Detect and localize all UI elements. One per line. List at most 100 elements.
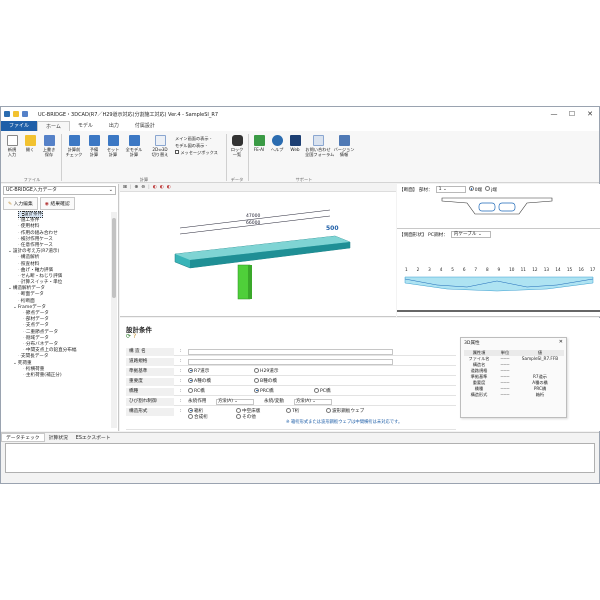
- section-panel: 【断面】 部材： 1 ⌄ 0端 j端: [397, 184, 600, 229]
- member-select[interactable]: 1 ⌄: [435, 186, 466, 193]
- save-icon[interactable]: [22, 111, 28, 117]
- model-view-menu[interactable]: モデル図の表示 -: [175, 142, 225, 149]
- type-rc-radio[interactable]: RC橋: [188, 387, 205, 396]
- calculator-icon: [88, 135, 100, 146]
- dimension-label: 47000: [246, 213, 260, 219]
- struct-composite-radio[interactable]: 合成桁: [188, 413, 208, 422]
- expand-icon[interactable]: ⌄: [13, 305, 17, 310]
- node-label: 12: [532, 267, 538, 272]
- calc-check-icon: [68, 135, 80, 146]
- display-options: メイン画面の表示 - モデル図の表示 - メッセージボックス: [175, 135, 225, 156]
- struct-other-radio[interactable]: その他: [236, 413, 256, 422]
- attribute-popup[interactable]: 3D属性 ✕ 属性項 単位 値 ファイル名 ------ SampleSI_R7.F…: [460, 337, 567, 418]
- importance-b-radio[interactable]: B種の橋: [254, 377, 277, 386]
- tab-attached-design[interactable]: 付属設計: [127, 121, 163, 131]
- crack-permanent-select[interactable]: 方法(A) ⌄: [216, 399, 254, 405]
- row-bridge-type: 橋種 : RC橋 PRC橋 PC橋: [126, 387, 456, 396]
- help-icon: [271, 135, 283, 146]
- road-spec-input[interactable]: [188, 359, 393, 365]
- side-profile-label: 【側面形状】 PC鋼材：: [399, 232, 448, 238]
- all-model-calc-button[interactable]: 全モデル 計算: [123, 135, 145, 157]
- std-r7-radio[interactable]: R7道示: [188, 367, 209, 376]
- title-bar: UC-BRIDGE・3DCAD(R7／H29道示対応(分割施工対応) Ver.4…: [1, 107, 599, 121]
- group-separator: [61, 134, 62, 181]
- render-mode-icon[interactable]: ◐: [160, 185, 164, 190]
- main-view-menu[interactable]: メイン画面の表示 -: [175, 135, 225, 142]
- app-window: UC-BRIDGE・3DCAD(R7／H29道示対応(分割施工対応) Ver.4…: [0, 106, 600, 484]
- tab-home[interactable]: ホーム: [37, 121, 70, 131]
- minimize-button[interactable]: —: [545, 107, 563, 121]
- expand-icon[interactable]: ⌄: [13, 361, 17, 366]
- tab-model[interactable]: モデル: [70, 121, 101, 131]
- toolbar-divider: |: [148, 185, 150, 190]
- lock-list-button[interactable]: ロック 一覧: [229, 135, 245, 157]
- pc-steel-select[interactable]: 内ケーブル ⌄: [450, 231, 491, 238]
- tab-output[interactable]: 出力: [101, 121, 127, 131]
- view-switch-icon: [154, 135, 166, 146]
- end-i-radio[interactable]: 0端: [468, 186, 482, 193]
- bridge-3d-model[interactable]: 47000 66000 500: [120, 192, 396, 317]
- tree-scrollbar[interactable]: [111, 212, 117, 428]
- tab-calc-status[interactable]: 計算状況: [45, 434, 72, 441]
- scrollbar-thumb[interactable]: [112, 218, 116, 298]
- new-button[interactable]: 新規 入力: [4, 135, 20, 157]
- output-area[interactable]: [5, 443, 595, 473]
- node-label: 2: [416, 267, 420, 272]
- row-structure: 構造形式 : 箱桁 中空床版 T桁 合成桁 その他 波形鋼板ウェブ ※ 箱桁形式…: [126, 407, 456, 430]
- bottom-tabs: データチェック 計算状況 ESエクスポート: [1, 432, 599, 442]
- overwrite-save-button[interactable]: 上書き 保存: [40, 135, 58, 157]
- tab-input-edit[interactable]: ✎ 入力編集: [3, 197, 38, 210]
- struct-corrugated-radio[interactable]: 波形鋼板ウェブ: [326, 407, 364, 416]
- tab-es-export[interactable]: ESエクスポート: [72, 434, 115, 441]
- tab-file[interactable]: ファイル: [1, 121, 38, 131]
- version-button[interactable]: バージョン 情報: [333, 135, 355, 157]
- close-icon[interactable]: ✕: [559, 339, 563, 345]
- fe-ai-button[interactable]: FE-AI: [251, 135, 267, 152]
- zoom-in-icon[interactable]: ⊕: [134, 185, 138, 190]
- tree-item[interactable]: ··主桁荷重(補正分): [3, 373, 111, 379]
- node-label: 17: [590, 267, 596, 272]
- tab-data-check[interactable]: データチェック: [1, 432, 45, 442]
- set-calc-button[interactable]: セット 計算: [104, 135, 122, 157]
- fit-icon[interactable]: ⊞: [123, 185, 127, 190]
- toggle-2d3d-button[interactable]: 2D⇔3D 切り替え: [148, 135, 172, 157]
- tab-result-check[interactable]: ◉ 結果確認: [39, 197, 75, 210]
- structure-note: ※ 箱桁形式または波形鋼板ウェブは中間横桁は未対応です。: [286, 420, 403, 425]
- attribute-table: 属性項 単位 値 ファイル名 ------ SampleSI_R7.FFB 構造名 --…: [464, 350, 564, 398]
- row-standard: 準拠基準 : R7道示 H29道示: [126, 367, 456, 376]
- dimension-label: 500: [326, 225, 339, 232]
- close-button[interactable]: ✕: [581, 107, 599, 121]
- view-toolbar: ⊞ | ⊕ ⊖ | ◐ ◐ ◐: [120, 184, 396, 192]
- importance-a-radio[interactable]: A種の橋: [188, 377, 211, 386]
- open-button[interactable]: 開く: [22, 135, 38, 152]
- struct-t-radio[interactable]: T桁: [286, 407, 299, 416]
- end-j-radio[interactable]: j端: [485, 186, 497, 193]
- render-mode-icon[interactable]: ◐: [153, 185, 157, 190]
- lock-icon: [231, 135, 243, 146]
- section-label: 【断面】 部材：: [399, 187, 433, 193]
- bridge-name-input[interactable]: [188, 349, 393, 355]
- render-mode-icon[interactable]: ◐: [167, 185, 171, 190]
- precheck-button[interactable]: 計算前 チェック: [64, 135, 84, 157]
- attribute-row: 構造形式 ------ 箱桁: [470, 392, 545, 397]
- checkbox-icon: [175, 150, 179, 154]
- model-3d-view: ⊞ | ⊕ ⊖ | ◐ ◐ ◐ 47000 66000 500: [120, 184, 396, 317]
- help-button[interactable]: ヘルプ: [269, 135, 285, 152]
- inquiry-button[interactable]: お問い合わせ 全国フォーラム: [305, 135, 334, 157]
- node-label: 10: [509, 267, 515, 272]
- expand-icon[interactable]: ⌄: [8, 286, 12, 291]
- std-h29-radio[interactable]: H29道示: [254, 367, 279, 376]
- refresh-icon[interactable]: ⟳: [126, 333, 131, 340]
- message-box-checkbox[interactable]: メッセージボックス: [175, 149, 225, 156]
- web-button[interactable]: Web: [287, 135, 303, 152]
- expand-icon[interactable]: ⌄: [8, 249, 12, 254]
- crack-variable-select[interactable]: 方法(A) ⌄: [294, 399, 332, 405]
- open-icon[interactable]: [13, 111, 19, 117]
- prelim-calc-button[interactable]: 予備 計算: [85, 135, 103, 157]
- type-prc-radio[interactable]: PRC橋: [254, 387, 274, 396]
- help-icon[interactable]: ?: [133, 333, 136, 340]
- input-data-combo[interactable]: UC-BRIDGE入力データ ⌄: [3, 186, 116, 195]
- maximize-button[interactable]: ☐: [563, 107, 581, 121]
- zoom-out-icon[interactable]: ⊖: [141, 185, 145, 190]
- type-pc-radio[interactable]: PC橋: [314, 387, 331, 396]
